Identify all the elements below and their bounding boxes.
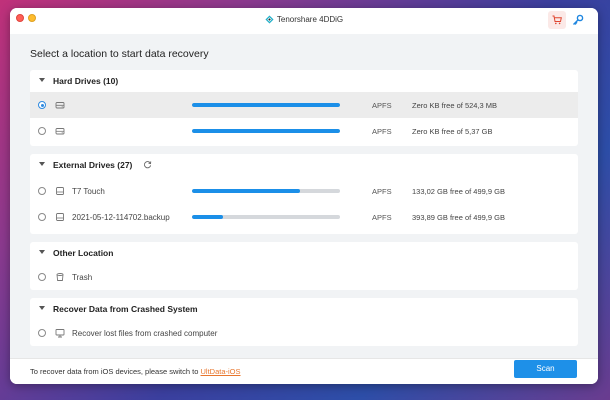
drive-usage-fill bbox=[192, 103, 340, 107]
app-window: Tenorshare 4DDiG Select a location to st… bbox=[10, 8, 598, 384]
location-radio[interactable] bbox=[38, 329, 46, 337]
other-location-header[interactable]: Other Location bbox=[30, 242, 578, 264]
hard-drive-icon bbox=[55, 128, 65, 135]
collapse-arrow-icon[interactable] bbox=[39, 162, 45, 166]
footer: To recover data from iOS devices, please… bbox=[10, 358, 598, 384]
hard-drive-icon bbox=[55, 102, 65, 109]
cart-button[interactable] bbox=[548, 11, 566, 29]
drive-usage-fill bbox=[192, 189, 301, 193]
location-row[interactable]: Trash bbox=[30, 264, 578, 290]
external-drives-header[interactable]: External Drives (27) bbox=[30, 154, 578, 176]
title-bar: Tenorshare 4DDiG bbox=[10, 8, 598, 34]
drive-radio[interactable] bbox=[38, 127, 46, 135]
scan-button[interactable]: Scan bbox=[514, 360, 577, 378]
drive-usage-bar bbox=[192, 129, 340, 133]
footer-message: To recover data from iOS devices, please… bbox=[30, 367, 201, 376]
drive-filesystem: APFS bbox=[372, 127, 392, 136]
external-drive-icon bbox=[56, 187, 64, 195]
drive-usage-bar bbox=[192, 215, 340, 219]
drive-name: 2021-05-12-114702.backup bbox=[72, 213, 170, 222]
drive-filesystem: APFS bbox=[372, 187, 392, 196]
drive-row[interactable]: 2021-05-12-114702.backup APFS 393,89 GB … bbox=[30, 204, 578, 230]
trash-icon bbox=[56, 273, 64, 281]
crashed-system-section: Recover Data from Crashed System Recover… bbox=[30, 298, 578, 346]
drive-row[interactable]: APFS Zero KB free of 524,3 MB bbox=[30, 92, 578, 118]
drive-filesystem: APFS bbox=[372, 101, 392, 110]
hard-drives-header[interactable]: Hard Drives (10) bbox=[30, 70, 578, 92]
drive-name: T7 Touch bbox=[72, 187, 105, 196]
main-content: Select a location to start data recovery… bbox=[10, 34, 598, 358]
location-radio[interactable] bbox=[38, 273, 46, 281]
app-title-text: Tenorshare 4DDiG bbox=[276, 15, 344, 24]
drive-radio[interactable] bbox=[38, 101, 46, 109]
drive-radio[interactable] bbox=[38, 187, 46, 195]
collapse-arrow-icon[interactable] bbox=[39, 250, 45, 254]
tenorshare-logo-icon bbox=[265, 15, 274, 24]
crashed-system-header[interactable]: Recover Data from Crashed System bbox=[30, 298, 578, 320]
external-drive-icon bbox=[56, 213, 64, 221]
drive-filesystem: APFS bbox=[372, 213, 392, 222]
footer-text: To recover data from iOS devices, please… bbox=[30, 367, 241, 376]
hard-drives-title: Hard Drives (10) bbox=[53, 76, 119, 86]
cart-icon bbox=[552, 15, 562, 25]
app-title: Tenorshare 4DDiG bbox=[10, 15, 598, 24]
page-title: Select a location to start data recovery bbox=[30, 48, 209, 60]
drive-row[interactable]: T7 Touch APFS 133,02 GB free of 499,9 GB bbox=[30, 178, 578, 204]
location-row[interactable]: Recover lost files from crashed computer bbox=[30, 320, 578, 346]
drive-radio[interactable] bbox=[38, 213, 46, 221]
collapse-arrow-icon[interactable] bbox=[39, 78, 45, 82]
computer-icon bbox=[55, 329, 65, 338]
location-name: Recover lost files from crashed computer bbox=[72, 329, 218, 338]
refresh-icon[interactable] bbox=[143, 160, 152, 169]
external-drives-section: External Drives (27) T7 Touch APFS 133,0… bbox=[30, 154, 578, 234]
drive-row[interactable]: APFS Zero KB free of 5,37 GB bbox=[30, 118, 578, 144]
other-location-section: Other Location Trash bbox=[30, 242, 578, 290]
location-name: Trash bbox=[72, 273, 93, 282]
ultdata-ios-link[interactable]: UltData-iOS bbox=[201, 367, 241, 376]
drive-usage-bar bbox=[192, 189, 340, 193]
drive-free-space: 393,89 GB free of 499,9 GB bbox=[412, 213, 505, 222]
drive-free-space: Zero KB free of 5,37 GB bbox=[412, 127, 493, 136]
drive-usage-fill bbox=[192, 129, 340, 133]
hard-drives-section: Hard Drives (10) APFS Zero KB free of 52… bbox=[30, 70, 578, 146]
drive-free-space: 133,02 GB free of 499,9 GB bbox=[412, 187, 505, 196]
drive-free-space: Zero KB free of 524,3 MB bbox=[412, 101, 498, 110]
collapse-arrow-icon[interactable] bbox=[39, 306, 45, 310]
key-icon[interactable] bbox=[572, 14, 584, 26]
other-location-title: Other Location bbox=[53, 248, 114, 258]
drive-usage-bar bbox=[192, 103, 340, 107]
crashed-system-title: Recover Data from Crashed System bbox=[53, 304, 198, 314]
external-drives-title: External Drives (27) bbox=[53, 160, 133, 170]
drive-usage-fill bbox=[192, 215, 224, 219]
